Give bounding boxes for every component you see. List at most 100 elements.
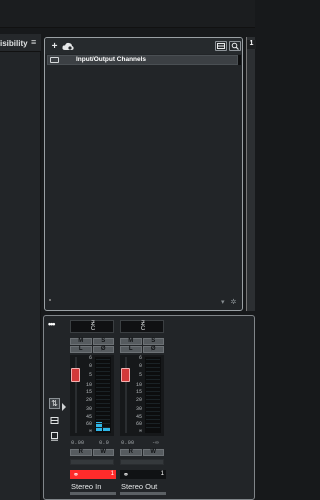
meter-fill-right	[103, 428, 110, 431]
fader-section: 6 0 5 10 15 20 30 45 60 ∞	[70, 355, 114, 436]
visibility-panel-header: isibility ≡	[0, 34, 41, 52]
meter-segment	[146, 379, 160, 380]
channel-footer	[70, 492, 116, 495]
visibility-panel: isibility ≡	[0, 34, 41, 500]
meter-segment	[96, 411, 110, 412]
level-meter	[95, 357, 111, 433]
scale-label: 30	[85, 406, 92, 412]
meter-segment	[146, 423, 160, 424]
scale-label: 5	[88, 372, 92, 378]
channel-strip-stereo-in: ƵC M S L Ø 6 0 5 10 15 20 30 45 60 ∞ 0.0…	[69, 320, 116, 498]
meter-segment	[146, 407, 160, 408]
scale-label: 10	[85, 382, 92, 388]
list-item[interactable]: Input/Output Channels	[47, 55, 238, 65]
write-automation-button[interactable]: W	[92, 449, 114, 456]
channel-number: 1	[110, 471, 114, 477]
scale-label: ∞	[138, 428, 142, 434]
read-automation-button[interactable]: R	[120, 449, 142, 456]
layout-icon[interactable]	[215, 41, 227, 51]
link-icon: ⚭	[123, 472, 129, 479]
channel-footer	[120, 492, 166, 495]
fader-value[interactable]: 0.00	[71, 439, 84, 446]
level-meter	[145, 357, 161, 433]
meter-segment	[96, 415, 110, 416]
channel-slot[interactable]	[70, 459, 114, 465]
meter-segment	[96, 387, 110, 388]
meter-segment	[96, 367, 110, 368]
channel-color-bar[interactable]: ⚭ 1	[70, 470, 116, 479]
mixer-panel: ••• ⇅ ƵC M S L Ø 6 0 5 10 15 20 30 45 60…	[43, 315, 255, 500]
scale-label: 15	[135, 389, 142, 395]
meter-segment	[96, 375, 110, 376]
scale-label: 6	[88, 355, 92, 361]
right-zone-strip: 1	[246, 37, 256, 311]
scale-label: 5	[138, 372, 142, 378]
routing-button[interactable]: ƵC	[70, 320, 114, 333]
hamburger-icon[interactable]: ≡	[31, 37, 36, 47]
meter-segment	[146, 371, 160, 372]
meter-segment	[146, 395, 160, 396]
monitor-view-icon[interactable]	[49, 431, 60, 442]
chevron-down-icon[interactable]: ▾	[221, 299, 225, 306]
right-zone-tab[interactable]: 1	[247, 40, 256, 49]
browser-footer: ▾ ✲	[221, 298, 236, 306]
scale-label: 15	[85, 389, 92, 395]
cloud-settings-icon[interactable]	[62, 41, 74, 51]
meter-segment	[96, 363, 110, 364]
search-icon[interactable]	[229, 41, 241, 51]
listen-button[interactable]: L	[120, 346, 142, 353]
media-browser: + Input/Output Channels ▾ ✲	[44, 37, 243, 311]
solo-button[interactable]: S	[142, 338, 164, 345]
solo-button[interactable]: S	[92, 338, 114, 345]
visibility-panel-title: isibility	[0, 39, 28, 48]
meter-segment	[146, 403, 160, 404]
insert-view-icon[interactable]	[49, 415, 60, 426]
listen-button[interactable]: L	[70, 346, 92, 353]
gear-icon[interactable]: ✲	[230, 299, 236, 306]
meter-segment	[146, 427, 160, 428]
scale-label: ∞	[88, 428, 92, 434]
meter-segment	[96, 399, 110, 400]
scale-label: 20	[85, 397, 92, 403]
fader-value[interactable]: 0.00	[121, 439, 134, 446]
more-options-icon[interactable]: •••	[48, 319, 56, 329]
meter-segment	[96, 391, 110, 392]
channel-name[interactable]: Stereo Out	[121, 482, 157, 491]
volume-fader[interactable]	[121, 368, 130, 382]
mute-button[interactable]: M	[120, 338, 142, 345]
scale-label: 10	[135, 382, 142, 388]
mute-button[interactable]: M	[70, 338, 92, 345]
plus-icon[interactable]: +	[49, 41, 60, 52]
channel-name[interactable]: Stereo In	[71, 482, 101, 491]
fader-section: 6 0 5 10 15 20 30 45 60 ∞	[120, 355, 164, 436]
write-automation-button[interactable]: W	[142, 449, 164, 456]
meter-segment	[96, 383, 110, 384]
channel-slot[interactable]	[120, 459, 164, 465]
read-automation-button[interactable]: R	[70, 449, 92, 456]
scrollbar[interactable]	[238, 55, 241, 65]
routing-icon: ƵC	[140, 321, 146, 332]
routing-button[interactable]: ƵC	[120, 320, 164, 333]
scale-label: 6	[138, 355, 142, 361]
meter-segment	[146, 383, 160, 384]
phase-button[interactable]: Ø	[142, 346, 164, 353]
peak-value[interactable]: 0.0	[99, 439, 109, 446]
scale-label: 30	[135, 406, 142, 412]
scale-label: 45	[135, 414, 142, 420]
routing-view-icon[interactable]: ⇅	[49, 398, 60, 409]
volume-fader[interactable]	[71, 368, 80, 382]
scale-label: 60	[85, 421, 92, 427]
top-toolbar	[0, 0, 255, 28]
scale-label: 60	[135, 421, 142, 427]
link-icon: ⚭	[73, 472, 79, 479]
meter-segment	[146, 367, 160, 368]
meter-segment	[96, 407, 110, 408]
peak-value[interactable]: -∞	[152, 439, 159, 446]
channel-color-bar[interactable]: ⚭ 1	[120, 470, 166, 479]
expand-arrow-icon[interactable]	[62, 403, 66, 411]
meter-segment	[96, 371, 110, 372]
meter-segment	[146, 399, 160, 400]
meter-segment	[96, 359, 110, 360]
phase-button[interactable]: Ø	[92, 346, 114, 353]
meter-segment	[96, 419, 110, 420]
